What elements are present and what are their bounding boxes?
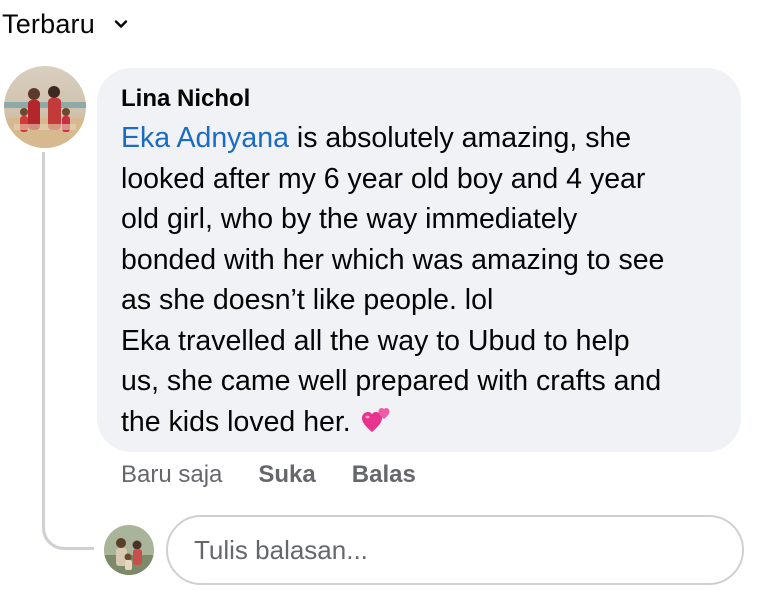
chevron-down-icon bbox=[113, 16, 129, 32]
like-button[interactable]: Suka bbox=[258, 461, 315, 489]
comment-author[interactable]: Lina Nichol bbox=[121, 84, 250, 114]
reply-button[interactable]: Balas bbox=[352, 461, 416, 489]
thread-connector bbox=[42, 152, 94, 550]
comment-body: is absolutely amazing, she looked after … bbox=[121, 122, 665, 438]
current-user-avatar bbox=[104, 525, 154, 575]
sort-dropdown[interactable]: Terbaru bbox=[2, 4, 129, 44]
reply-input[interactable] bbox=[166, 515, 744, 585]
comment-timestamp[interactable]: Baru saja bbox=[121, 461, 222, 489]
sort-label: Terbaru bbox=[2, 8, 95, 39]
two-hearts-icon bbox=[361, 405, 391, 435]
mention-link[interactable]: Eka Adnyana bbox=[121, 122, 289, 154]
comment-bubble: Lina Nichol Eka Adnyana is absolutely am… bbox=[97, 68, 741, 452]
commenter-avatar[interactable] bbox=[4, 66, 86, 148]
comment-text: Eka Adnyana is absolutely amazing, she l… bbox=[121, 118, 717, 442]
comment-actions: Baru saja Suka Balas bbox=[121, 461, 416, 489]
